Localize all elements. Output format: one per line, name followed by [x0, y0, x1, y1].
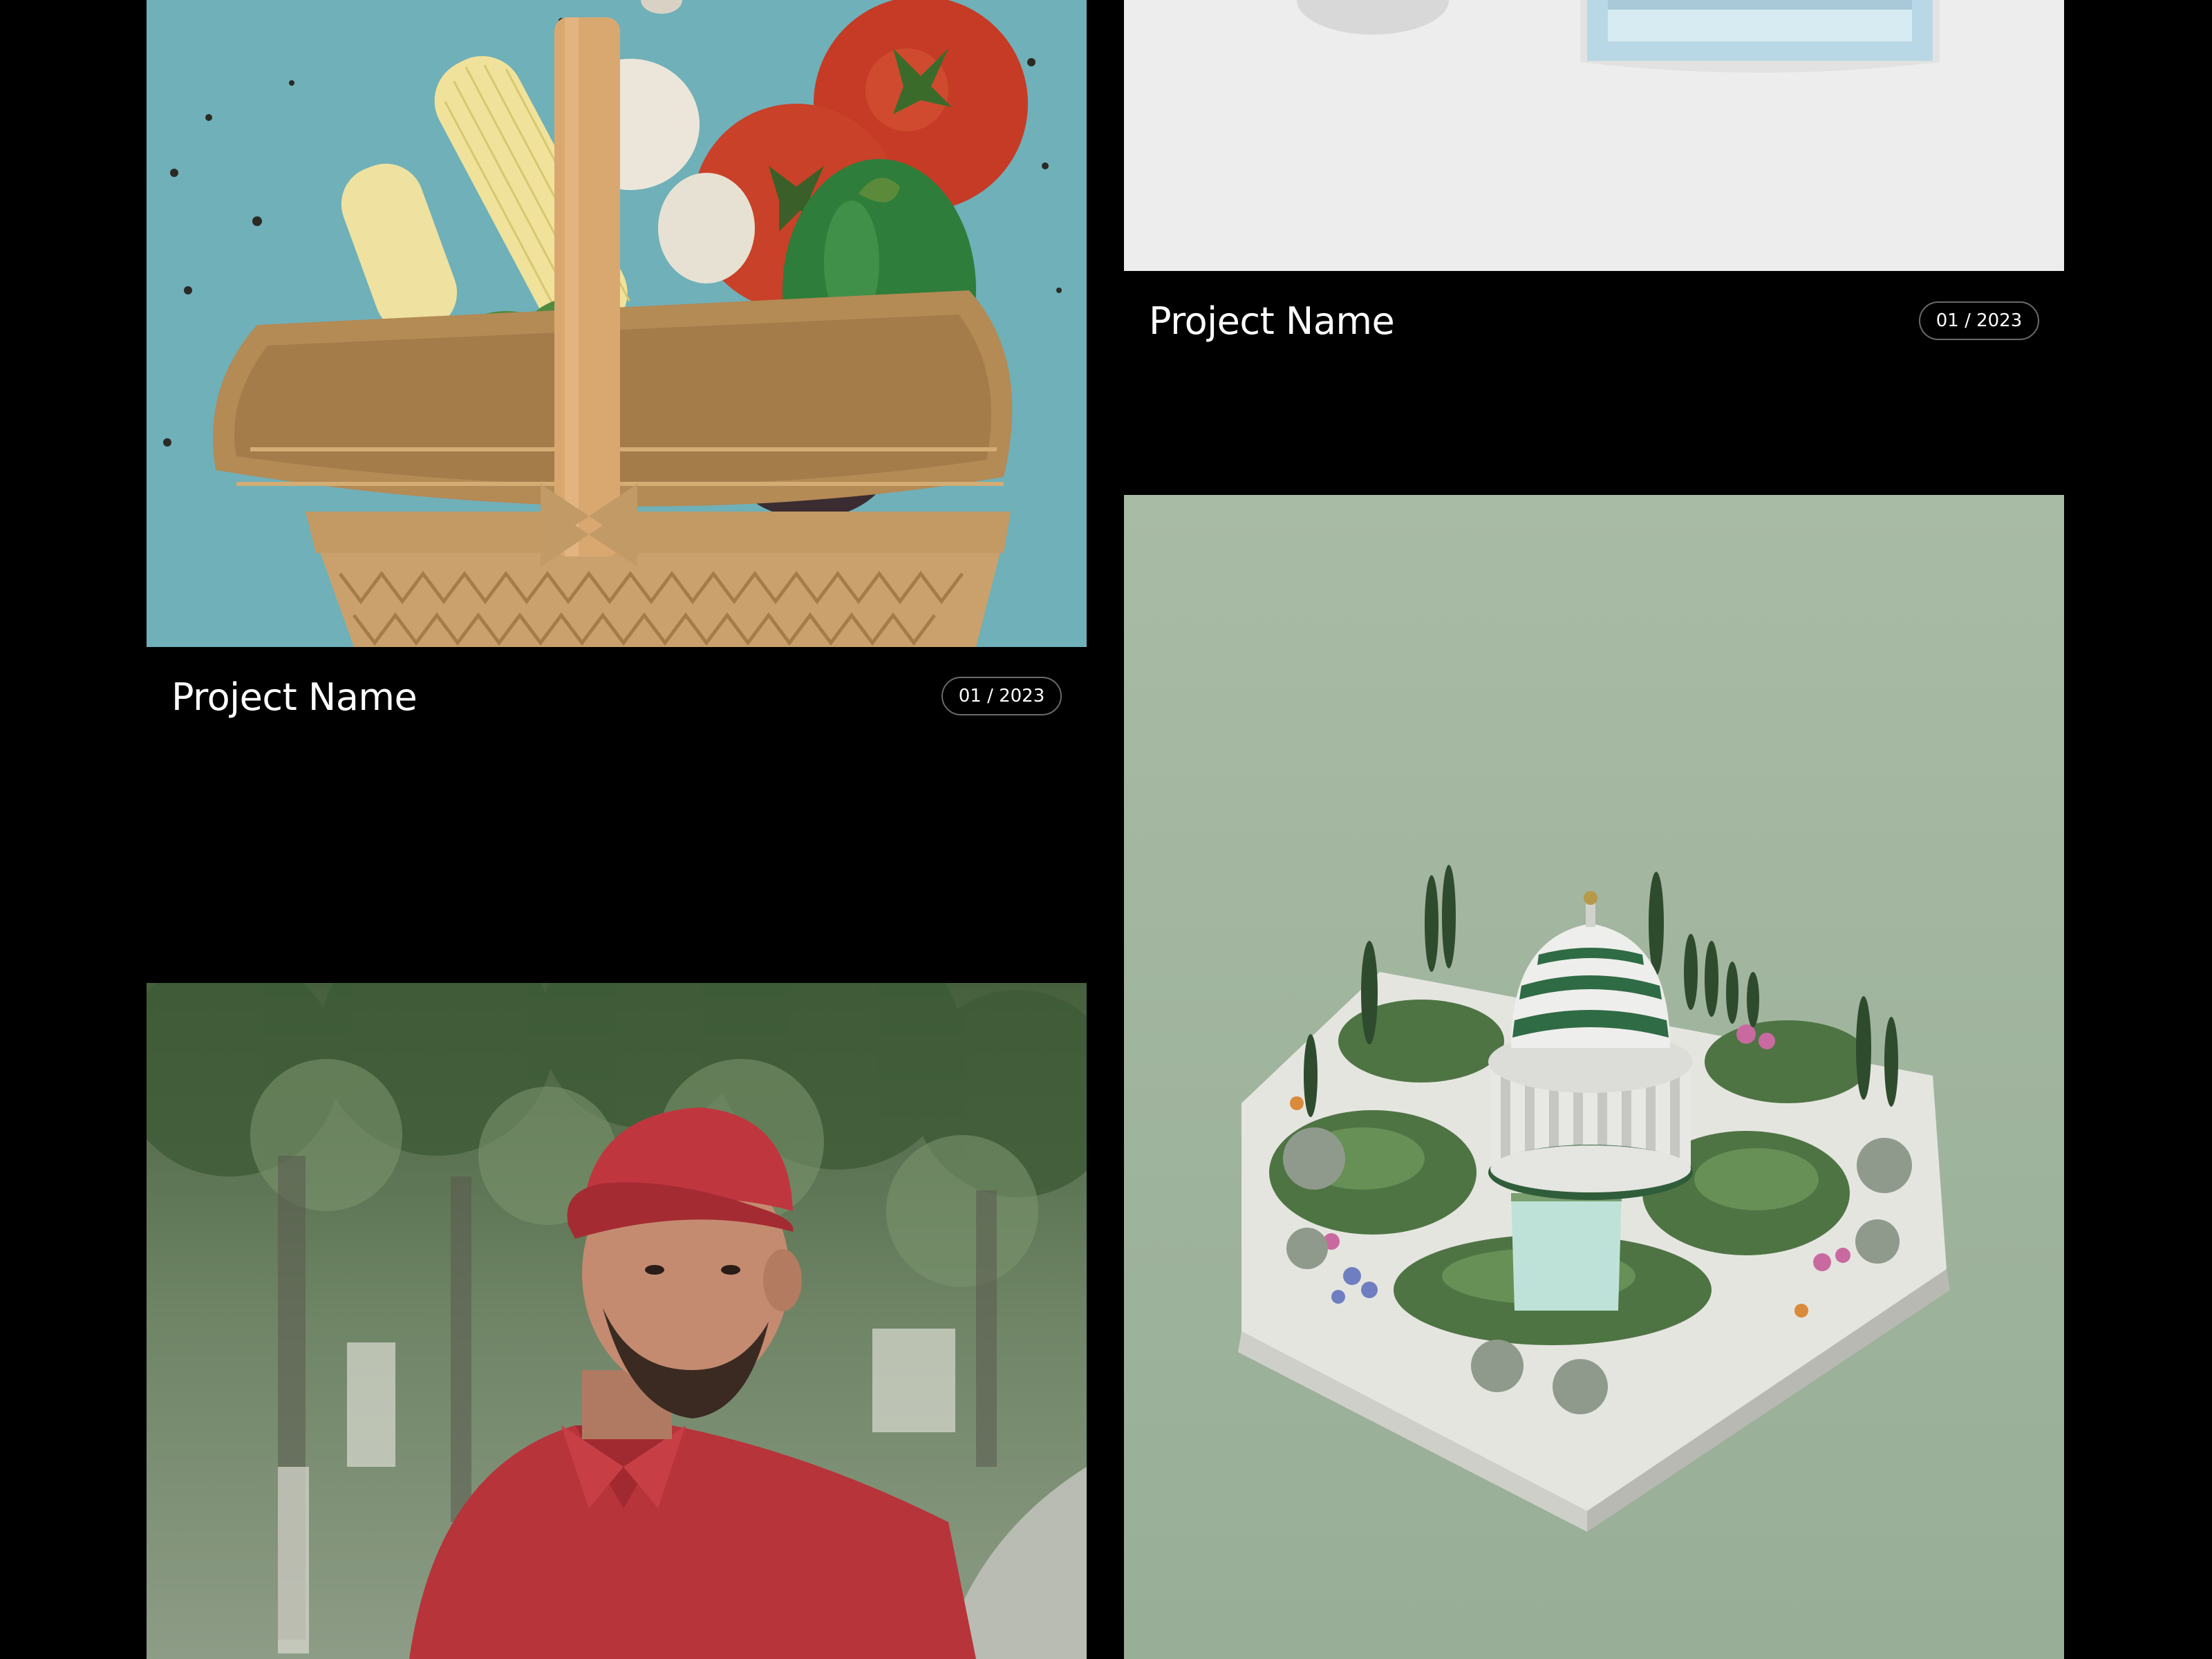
project-image-garden[interactable] [1124, 495, 2064, 1659]
vegetable-basket-image [147, 0, 1087, 647]
man-red-cap-image [147, 983, 1087, 1659]
project-title[interactable]: Project Name [1149, 303, 1395, 340]
white-table-image [1124, 0, 2064, 271]
project-image-vegetables[interactable] [147, 0, 1087, 647]
project-image-white-table[interactable] [1124, 0, 2064, 271]
project-date-badge: 01 / 2023 [941, 677, 1062, 715]
isometric-garden-image [1124, 495, 2064, 1659]
project-image-man-red-cap[interactable] [147, 983, 1087, 1659]
project-date-badge: 01 / 2023 [1919, 301, 2039, 340]
project-title[interactable]: Project Name [171, 679, 418, 716]
